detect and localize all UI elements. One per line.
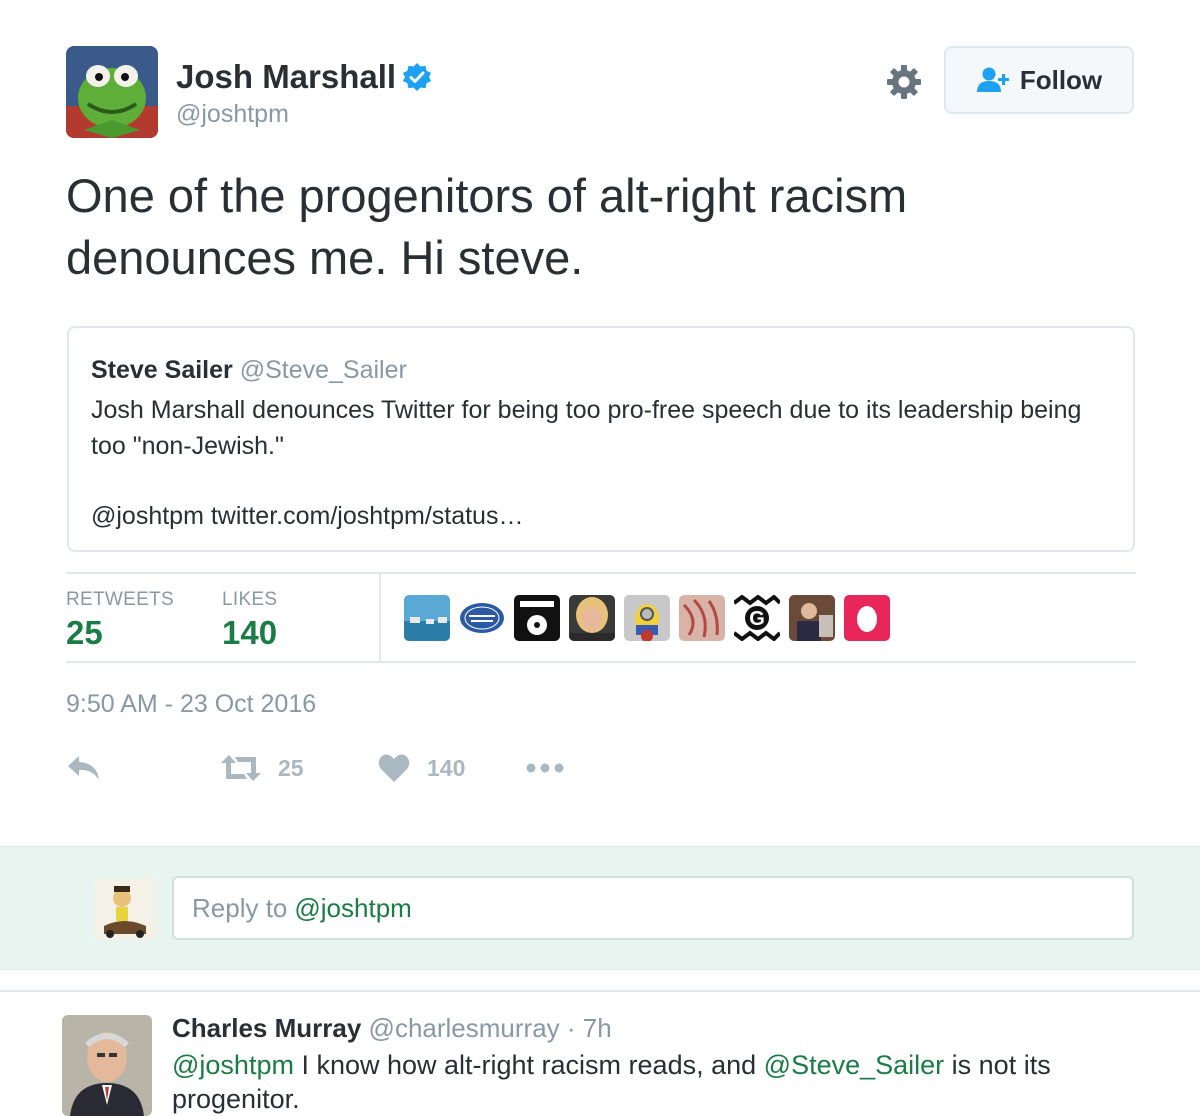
- tweet-text: One of the progenitors of alt-right raci…: [66, 165, 1146, 289]
- heart-icon: [378, 754, 410, 782]
- author-handle[interactable]: @joshtpm: [176, 100, 289, 129]
- gear-icon[interactable]: [884, 62, 924, 102]
- liker-avatar[interactable]: [789, 595, 835, 641]
- likes-label[interactable]: LIKES: [222, 589, 277, 611]
- stats-divider-top: [66, 572, 1136, 574]
- retweets-label[interactable]: RETWEETS: [66, 589, 174, 611]
- liker-avatars: G: [404, 595, 890, 641]
- reply-mention-joshtpm[interactable]: @joshtpm: [172, 1050, 294, 1080]
- likes-count[interactable]: 140: [222, 614, 277, 652]
- liker-avatar[interactable]: [459, 595, 505, 641]
- reply-mention-steve-sailer[interactable]: @Steve_Sailer: [764, 1050, 945, 1080]
- current-user-avatar[interactable]: [94, 878, 156, 940]
- quoted-tweet[interactable]: Steve Sailer @Steve_Sailer Josh Marshall…: [67, 326, 1135, 552]
- reply-button[interactable]: [66, 748, 102, 788]
- liker-avatar[interactable]: [569, 595, 615, 641]
- reply-separator: [0, 990, 1200, 992]
- follow-button[interactable]: Follow: [944, 46, 1134, 114]
- liker-avatar[interactable]: [514, 595, 560, 641]
- reply-icon: [68, 756, 99, 780]
- liker-avatar[interactable]: G: [734, 595, 780, 641]
- liker-avatar[interactable]: [404, 595, 450, 641]
- more-button[interactable]: [526, 748, 566, 788]
- more-icon: [526, 763, 564, 773]
- reply-meta-separator: ·: [566, 1013, 576, 1043]
- quoted-tweet-link: @joshtpm twitter.com/joshtpm/status…: [91, 502, 524, 530]
- quoted-author-name: Steve Sailer: [91, 356, 233, 384]
- tweet-text-line-2: denounces me. Hi steve.: [66, 231, 584, 284]
- add-user-icon: [976, 66, 1012, 94]
- tweet-timestamp[interactable]: 9:50 AM - 23 Oct 2016: [66, 690, 316, 719]
- quoted-author-handle: @Steve_Sailer: [239, 356, 407, 384]
- tweet-text-line-1: One of the progenitors of alt-right raci…: [66, 169, 908, 222]
- liker-avatar[interactable]: [679, 595, 725, 641]
- like-count: 140: [427, 754, 466, 781]
- quoted-tweet-header: Steve Sailer @Steve_Sailer: [91, 356, 407, 385]
- reply-author-avatar[interactable]: [62, 1015, 152, 1116]
- retweet-icon: [221, 755, 261, 781]
- author-name-text[interactable]: Josh Marshall: [176, 58, 396, 96]
- liker-avatar[interactable]: [844, 595, 890, 641]
- retweet-button[interactable]: 25: [220, 748, 304, 788]
- retweets-count[interactable]: 25: [66, 614, 103, 652]
- stats-separator: [379, 574, 381, 661]
- reply-placeholder: Reply to: [192, 892, 288, 923]
- author-name[interactable]: Josh Marshall: [176, 58, 432, 96]
- reply-time[interactable]: 7h: [583, 1013, 612, 1043]
- reply-mention: @joshtpm: [294, 892, 412, 923]
- svg-text:G: G: [749, 608, 765, 630]
- reply-tweet-header: Charles Murray @charlesmurray · 7h: [172, 1013, 612, 1044]
- reply-tweet-text: @joshtpm I know how alt-right racism rea…: [172, 1048, 1072, 1116]
- reply-text-mid: I know how alt-right racism reads, and: [293, 1050, 764, 1080]
- like-button[interactable]: 140: [378, 748, 465, 788]
- quoted-tweet-text: Josh Marshall denounces Twitter for bein…: [91, 396, 1082, 460]
- liker-avatar[interactable]: [624, 595, 670, 641]
- retweet-count: 25: [278, 754, 304, 781]
- reply-author-name[interactable]: Charles Murray: [172, 1013, 361, 1043]
- reply-input[interactable]: Reply to @joshtpm: [172, 876, 1134, 940]
- reply-author-handle[interactable]: @charlesmurray: [369, 1013, 560, 1043]
- verified-badge-icon: [402, 62, 432, 92]
- author-avatar[interactable]: [66, 46, 158, 138]
- follow-label: Follow: [1019, 64, 1103, 95]
- stats-divider-bottom: [66, 661, 1136, 663]
